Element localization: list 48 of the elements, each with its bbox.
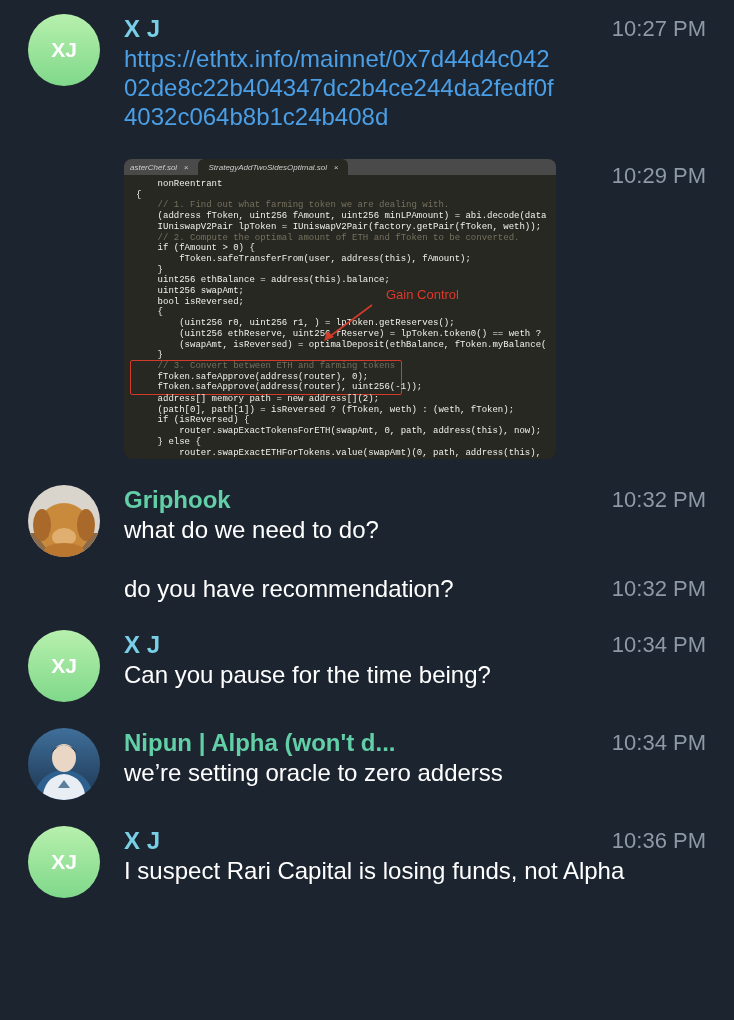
code-line: if (isReversed) { [156,415,250,426]
code-line: (address fToken, uint256 fAmount, uint256 minLPAmount) = abi.decode(data [156,211,547,222]
timestamp: 10:36 PM [611,827,706,855]
timestamp: 10:34 PM [611,729,706,757]
message-text: do you have recommendation? [124,574,454,604]
code-line: (swapAmt, isReversed) = optimalDeposit(ethBalance, fToken.myBalance( [178,339,547,351]
code-line: fToken.safeTransferFrom(user, address(this), fAmount); [178,253,471,265]
code-line: fToken.safeApprove(address(router), 0); [156,371,369,382]
code-line: uint256 ethBalance = address(this).balance; [156,275,390,286]
code-line: nonReentrant [156,179,223,190]
code-line: router.swapExactTokensForETH(swapAmt, 0, path, address(this), now); [178,426,542,437]
message-text: what do we need to do? [124,515,380,544]
code-line: if (fAmount > 0) { [156,243,255,254]
timestamp: 10:34 PM [611,631,706,659]
editor-tab[interactable]: asterChef.sol × [124,159,199,175]
code-screenshot[interactable] [124,159,556,459]
code-line: } [156,264,163,275]
code-line: (path[0], path[1]) = isReversed ? (fToken, weth) : (weth, fToken); [156,404,515,415]
code-comment: // 1. Find out what farming token we are dealing with. [156,200,450,211]
sender-name[interactable]: X J [124,14,161,44]
message-link[interactable]: https://ethtx.info/mainnet/0x7d44d4c04202de8c22b404347dc2b4ce244da2fedf0f4032c064b8b1c24b408d [124,44,554,131]
code-comment: // 3. Convert between ETH and farming tokens [156,360,396,372]
avatar: XJ [28,14,100,86]
timestamp: 10:29 PM [611,162,706,190]
timestamp: 10:27 PM [611,15,706,43]
editor-tab[interactable]: StrategyAddTwoSidesOptimal.sol × [198,159,349,175]
message-text: Can you pause for the time being? [124,660,492,689]
sender-name[interactable]: Griphook [124,485,231,515]
avatar: XJ [28,630,100,702]
code-comment: // 2. Compute the optimal amount of ETH and fToken to be converted. [156,232,520,243]
code-line: } else { [156,436,201,448]
sender-name[interactable]: X J [124,826,161,856]
message-text: I suspect Rari Capital is losing funds, not Alpha [124,856,626,885]
code-line: address[] memory path = new address[](2); [156,394,380,405]
sender-name[interactable]: X J [124,630,161,660]
code-line: router.swapExactETHForTokens.value(swapAmt)(0, path, address(this), [178,447,542,459]
code-line: { [136,189,142,201]
code-line: } [156,350,163,361]
message-text: we’re setting oracle to zero adderss [124,758,504,787]
sender-name[interactable]: Nipun | Alpha (won't d... [124,728,396,758]
timestamp: 10:32 PM [611,575,706,603]
code-line: bool isReversed; [156,296,245,307]
code-line: IUniswapV2Pair lpToken = IUniswapV2Pair(factory.getPair(fToken, weth)); [156,221,542,233]
annotation-label: Gain Control [386,286,459,304]
avatar: XJ [28,826,100,898]
code-line: { [156,307,163,319]
code-line: uint256 swapAmt; [156,286,245,297]
timestamp: 10:32 PM [611,486,706,514]
